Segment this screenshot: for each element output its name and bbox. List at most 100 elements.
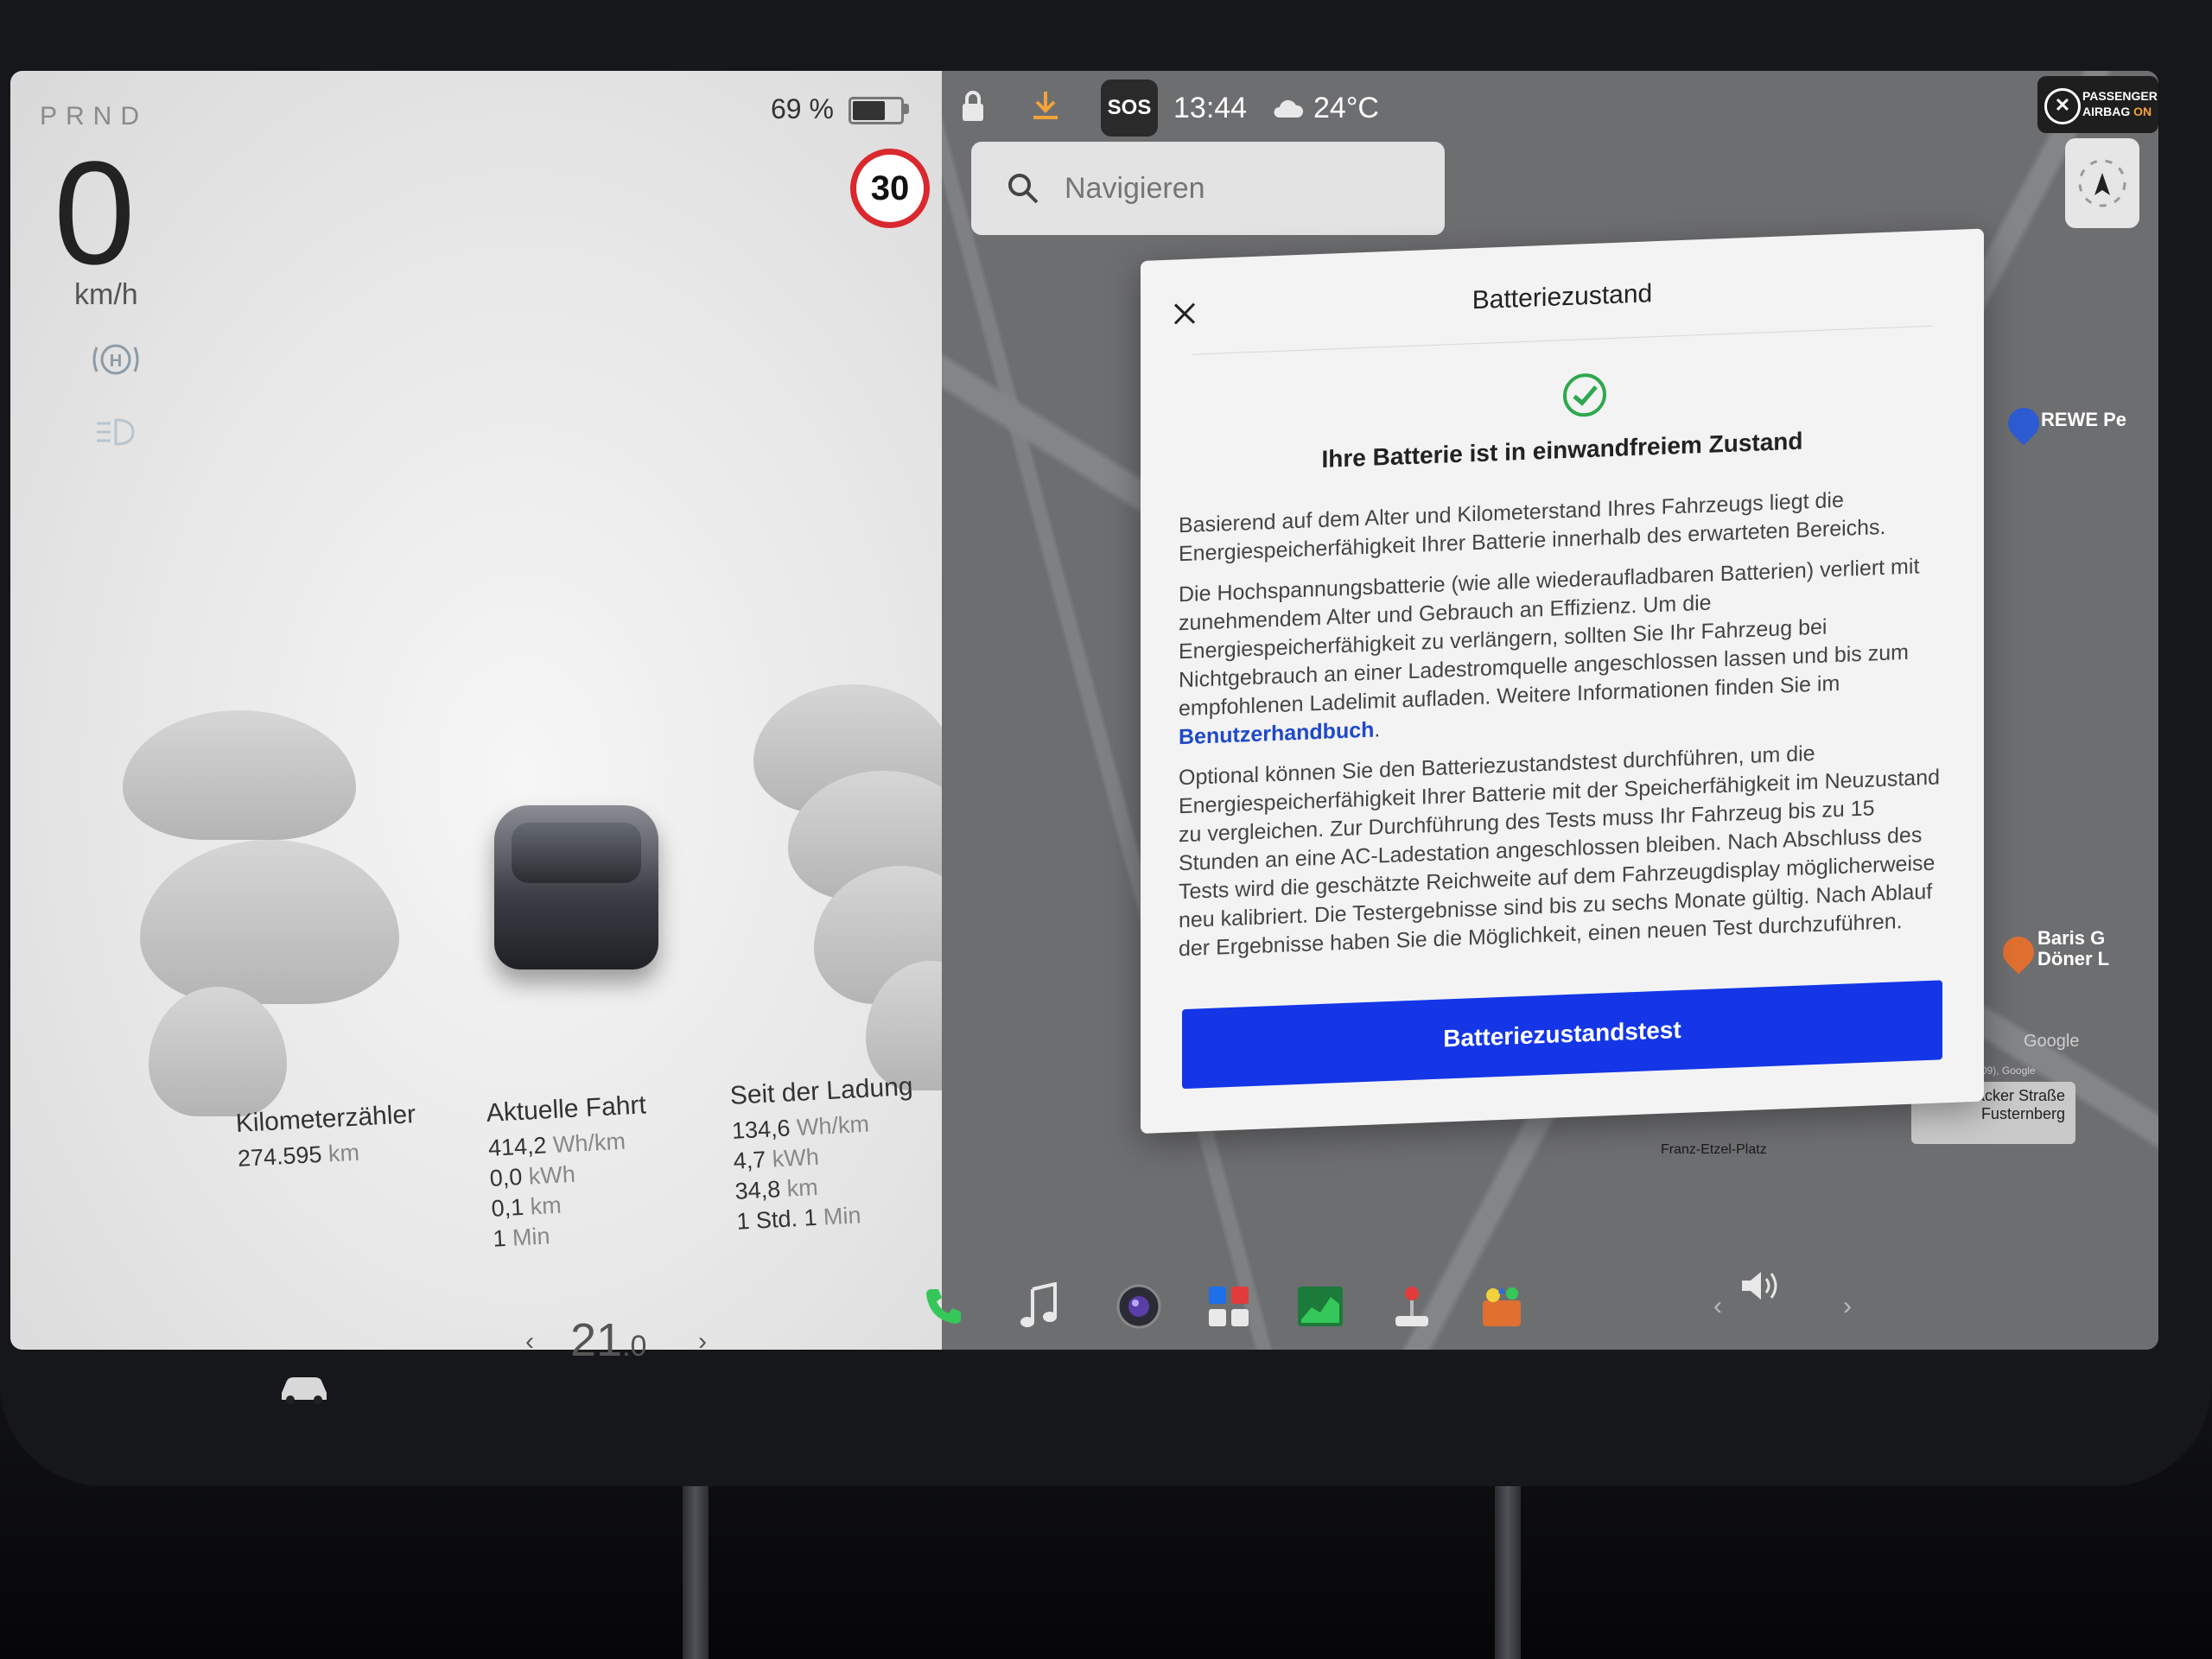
stat-unit: km: [529, 1192, 563, 1220]
own-vehicle[interactable]: [494, 805, 658, 969]
paragraph-care-end: .: [1374, 717, 1381, 742]
outside-temperature: 24°C: [1313, 92, 1379, 124]
current-trip-card[interactable]: Aktuelle Fahrt 414,2 Wh/km 0,0 kWh 0,1 k…: [486, 1090, 653, 1255]
battery-icon: [849, 97, 904, 124]
dialog-body: Basierend auf dem Alter und Kilometersta…: [1179, 482, 1946, 976]
stat-value: 1: [492, 1225, 507, 1252]
stat-line: 0,0 kWh: [489, 1157, 650, 1192]
download-icon[interactable]: [1030, 88, 1061, 130]
phone-icon[interactable]: [918, 1281, 969, 1332]
chevron-left-icon[interactable]: ‹: [1692, 1281, 1744, 1332]
music-note-icon[interactable]: [1013, 1281, 1065, 1332]
volume-icon[interactable]: [1738, 1268, 1780, 1312]
battery-test-button[interactable]: Batteriezustandstest: [1182, 980, 1942, 1090]
airbag-state: ON: [2133, 105, 2152, 118]
battery-level-fill: [853, 101, 886, 120]
airbag-label-2: AIRBAG: [2082, 105, 2131, 118]
hold-icon: H: [90, 340, 142, 378]
stat-value: 0,1: [490, 1193, 524, 1222]
airbag-label: PASSENGER: [2082, 89, 2158, 103]
battery-percentage: 69 %: [771, 93, 834, 124]
odometer-line: 274.595 km: [237, 1136, 418, 1173]
nearby-vehicle: [123, 710, 356, 840]
poi-baris[interactable]: Baris G Döner L: [2037, 928, 2109, 969]
poi-baris-name: Baris G: [2037, 927, 2106, 949]
dialog-divider: [1192, 325, 1932, 355]
car-controls-icon[interactable]: [276, 1370, 332, 1414]
since-charge-title: Seit der Ladung: [729, 1071, 914, 1110]
stat-value: 414,2: [487, 1132, 548, 1161]
owners-manual-link[interactable]: Benutzerhandbuch: [1179, 718, 1374, 750]
stat-unit: kWh: [528, 1160, 576, 1190]
navigation-search[interactable]: [971, 142, 1445, 235]
stat-line: 1 Min: [493, 1217, 653, 1253]
dialog-title: Batteriezustand: [1471, 279, 1653, 315]
gear-selector: PRND: [40, 102, 149, 130]
temp-main: 21: [570, 1314, 623, 1366]
map-orientation-button[interactable]: [2065, 138, 2139, 228]
district-name: Fusternberg: [1980, 1105, 2065, 1122]
stat-unit: Min: [823, 1202, 862, 1230]
stat-value: 0,0: [489, 1163, 524, 1192]
camera-icon[interactable]: [1113, 1281, 1165, 1332]
street-label: Franz-Etzel-Platz: [1661, 1142, 1767, 1157]
odometer-card[interactable]: Kilometerzähler 274.595 km: [235, 1100, 418, 1176]
stat-value: 4,7: [733, 1146, 767, 1174]
paragraph-test: Optional können Sie den Batteriezustands…: [1179, 741, 1941, 962]
temp-up-chevron-icon[interactable]: ›: [698, 1327, 707, 1357]
clock: 13:44: [1173, 92, 1248, 124]
paragraph-care-text: Die Hochspannungsbatterie (wie alle wied…: [1179, 554, 1920, 721]
speed-limit-sign: 30: [850, 149, 930, 228]
battery-status-headline: Ihre Batterie ist in einwandfreiem Zusta…: [1321, 427, 1803, 473]
check-circle-icon: [1561, 371, 1608, 419]
bluetooth-apps-icon[interactable]: [1203, 1281, 1255, 1332]
cabin-temperature[interactable]: 21.0: [570, 1313, 646, 1367]
paragraph-care: Die Hochspannungsbatterie (wie alle wied…: [1179, 551, 1946, 752]
airbag-text: PASSENGER AIRBAG ON: [2082, 88, 2158, 119]
stat-value: 34,8: [734, 1176, 781, 1205]
stat-value: 134,6: [731, 1115, 791, 1144]
battery-tip: [904, 104, 909, 114]
lock-icon[interactable]: [959, 90, 987, 130]
since-charge-card[interactable]: Seit der Ladung 134,6 Wh/km 4,7 kWh 34,8…: [729, 1072, 920, 1239]
chevron-right-icon[interactable]: ›: [1821, 1281, 1873, 1332]
airbag-status-line: AIRBAG ON: [2082, 104, 2158, 119]
car-panel: PRND 0 km/h H 69 % 30 Kilometerzähler 27…: [10, 71, 995, 1350]
navigation-input[interactable]: [1063, 170, 1412, 207]
stat-line: 414,2 Wh/km: [487, 1127, 648, 1162]
touchscreen: PRND 0 km/h H 69 % 30 Kilometerzähler 27…: [10, 71, 2158, 1350]
speed-readout: 0: [54, 131, 136, 296]
odometer-value: 274.595: [237, 1141, 323, 1172]
battery-health-dialog: Batteriezustand Ihre Batterie ist in ein…: [1141, 228, 1984, 1134]
poi-baris-name-2: Döner L: [2037, 948, 2110, 969]
google-logo: Google: [2024, 1032, 2080, 1051]
odometer-unit: km: [327, 1139, 360, 1167]
speed-unit: km/h: [74, 278, 138, 311]
joystick-icon[interactable]: [1386, 1281, 1438, 1332]
current-trip-title: Aktuelle Fahrt: [486, 1090, 647, 1128]
trip-stats: Kilometerzähler 274.595 km Aktuelle Fahr…: [149, 1072, 926, 1341]
stat-unit: Min: [512, 1223, 551, 1251]
weather-cloud-icon: [1270, 93, 1305, 129]
svg-text:H: H: [110, 352, 122, 371]
stat-unit: km: [785, 1173, 819, 1202]
stat-line: 1 Std. 1 Min: [736, 1199, 920, 1236]
stat-unit: kWh: [772, 1143, 820, 1173]
headlight-icon: [90, 413, 142, 451]
screen-bezel: PRND 0 km/h H 69 % 30 Kilometerzähler 27…: [0, 0, 2212, 1486]
compass-icon: [2078, 159, 2126, 207]
nearby-vehicle: [140, 840, 399, 1004]
airbag-icon: ✕: [2044, 88, 2081, 124]
odometer-title: Kilometerzähler: [235, 1100, 416, 1138]
stat-value: 1 Std. 1: [735, 1204, 818, 1235]
search-icon: [1008, 174, 1039, 204]
temp-down-chevron-icon[interactable]: ‹: [525, 1327, 534, 1357]
stat-unit: Wh/km: [552, 1128, 626, 1158]
toybox-icon[interactable]: [1476, 1281, 1528, 1332]
energy-chart-icon[interactable]: [1294, 1281, 1346, 1332]
stat-line: 0,1 km: [491, 1187, 652, 1223]
sos-button[interactable]: SOS: [1101, 79, 1158, 137]
passenger-airbag-indicator: ✕ PASSENGER AIRBAG ON: [2037, 76, 2158, 133]
temp-decimal: .0: [622, 1330, 647, 1363]
poi-rewe[interactable]: REWE Pe: [2041, 410, 2126, 430]
